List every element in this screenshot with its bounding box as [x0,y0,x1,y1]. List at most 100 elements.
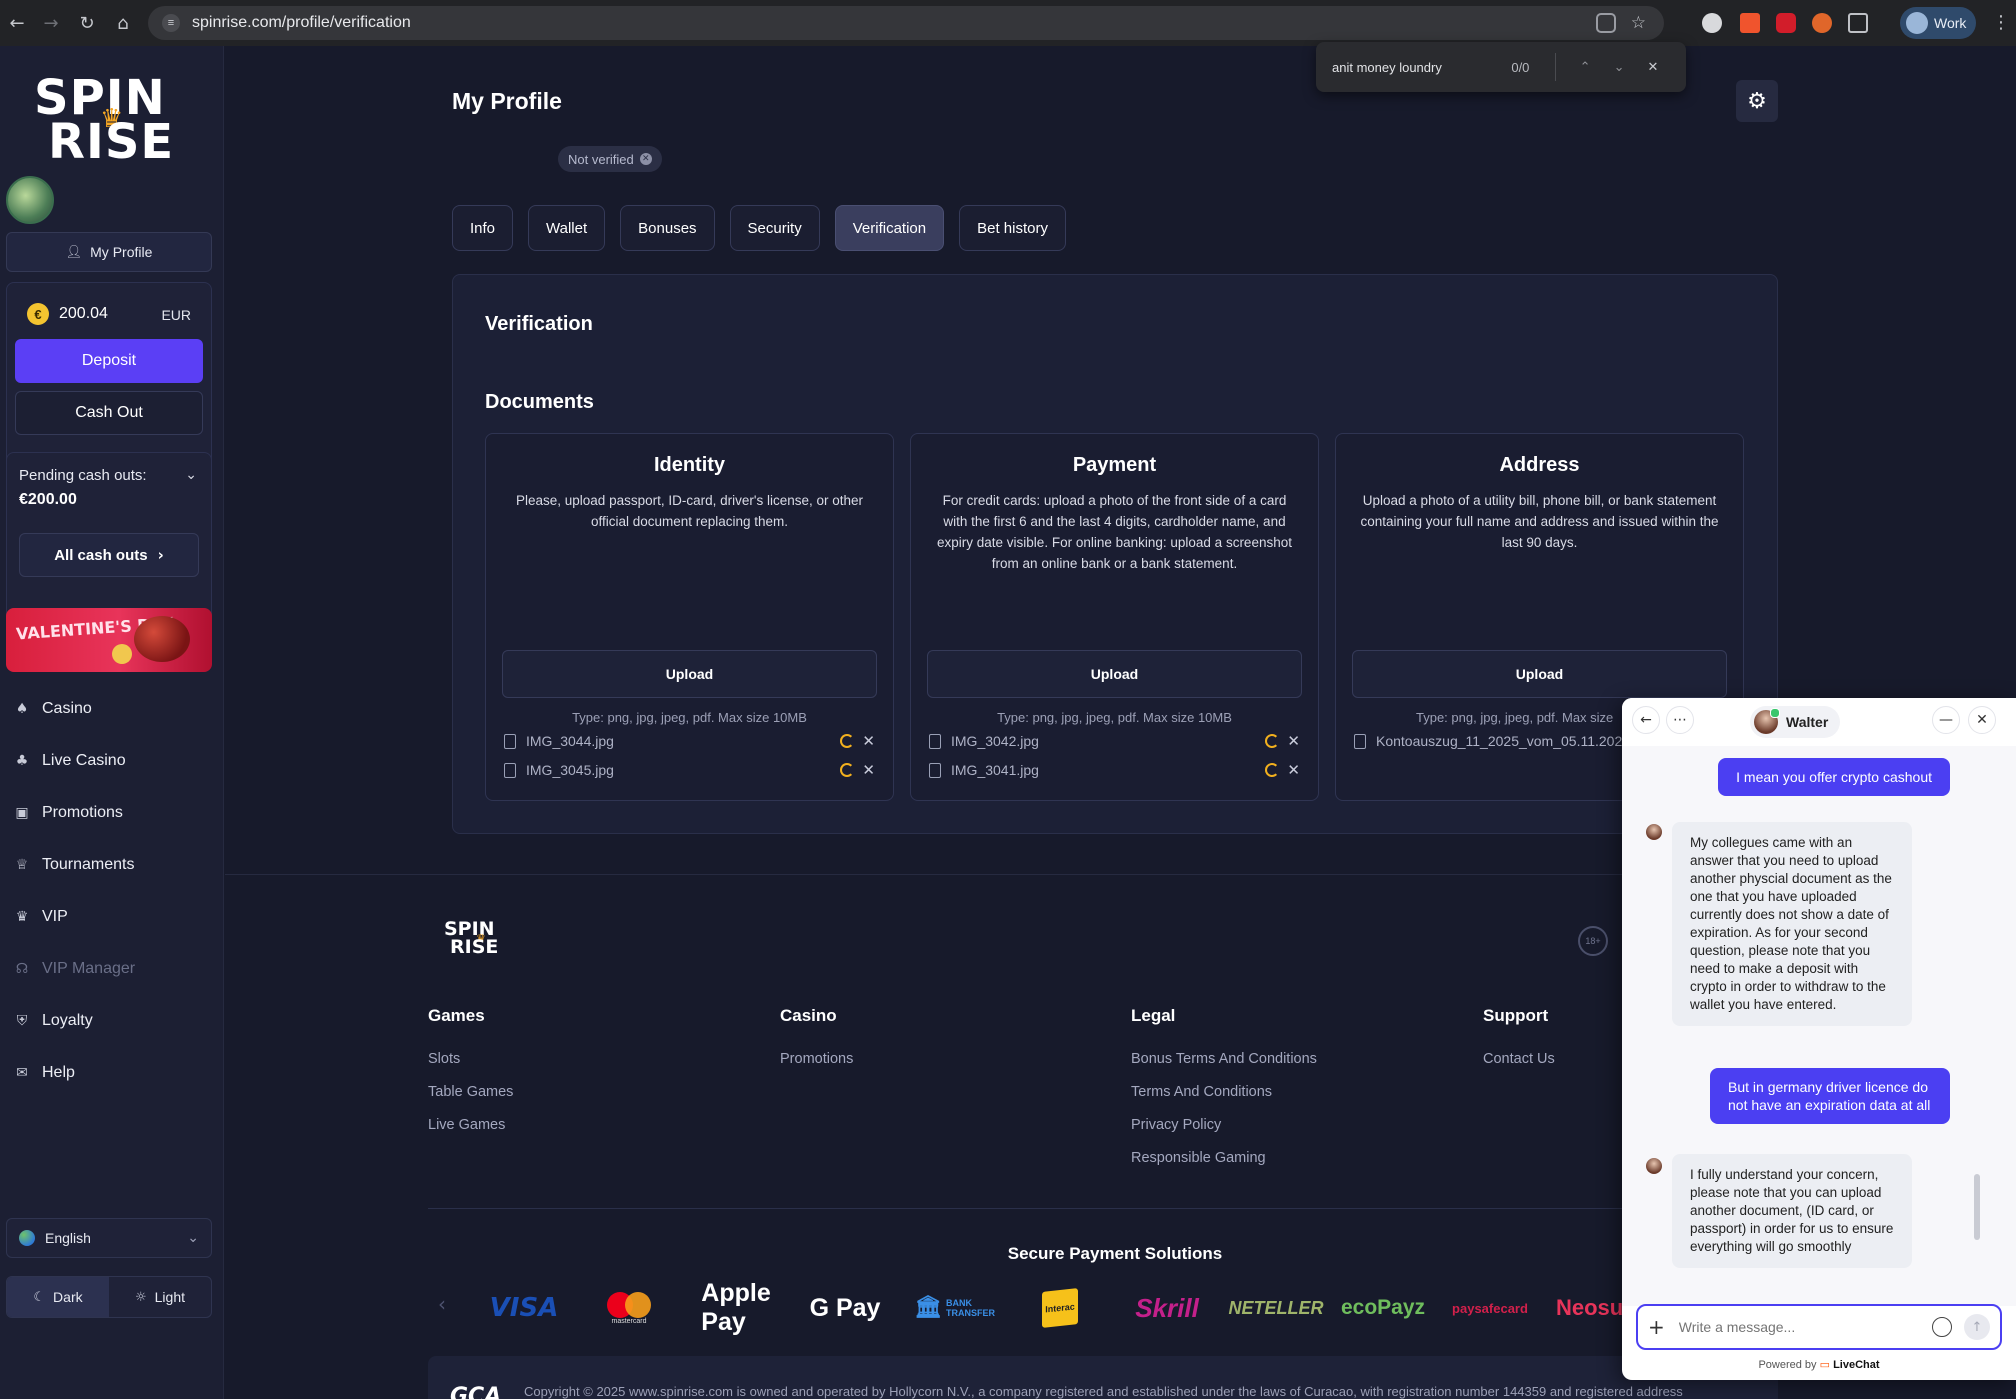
reload-icon[interactable]: ↻ [70,6,104,40]
shield-icon: ⛨ [16,1013,28,1029]
footer-link[interactable]: Live Games [428,1116,513,1149]
extension-icon-4[interactable] [1812,13,1832,33]
find-divider [1555,53,1557,81]
bookmark-star-icon[interactable]: ☆ [1631,13,1646,33]
tab-bet-history[interactable]: Bet history [959,205,1066,251]
user-avatar[interactable] [6,176,54,224]
emoji-icon[interactable] [1932,1317,1952,1337]
home-icon[interactable]: ⌂ [106,6,140,40]
nav-tournaments[interactable]: ♕ Tournaments [14,856,135,874]
nav-vip-manager[interactable]: ☊ VIP Manager [14,960,135,978]
delete-file-icon[interactable]: ✕ [862,761,875,779]
cash-out-button[interactable]: Cash Out [15,391,203,435]
livechat-brand: LiveChat [1833,1359,1880,1371]
address-bar[interactable]: ≡ spinrise.com/profile/verification ☆ [148,6,1664,40]
agent-message: My collegues came with an answer that yo… [1672,822,1912,1026]
all-cash-outs-label: All cash outs [54,546,148,564]
footer-link[interactable]: Slots [428,1050,513,1083]
balance-currency: EUR [161,307,191,323]
tab-wallet[interactable]: Wallet [528,205,606,251]
footer-link[interactable]: Promotions [780,1050,853,1083]
moon-icon: ☾ [33,1289,46,1305]
footer-link[interactable]: Bonus Terms And Conditions [1131,1050,1317,1083]
page-title: My Profile [452,88,562,114]
browser-profile-chip[interactable]: Work [1900,7,1976,39]
extensions-puzzle-icon[interactable] [1848,13,1868,33]
footer-link[interactable]: Contact Us [1483,1050,1555,1083]
chat-message-input[interactable] [1678,1319,1932,1335]
gear-icon[interactable]: ⚙ [1736,80,1778,122]
extension-icon-1[interactable] [1702,13,1722,33]
extension-icon-2[interactable] [1740,13,1760,33]
footer-link[interactable]: Responsible Gaming [1131,1149,1317,1182]
status-badge-label: Not verified [568,151,634,167]
nav-loyalty[interactable]: ⛨ Loyalty [14,1012,93,1030]
attach-plus-icon[interactable]: + [1648,1315,1665,1339]
lens-icon[interactable] [1596,13,1616,33]
theme-light-option[interactable]: ☼ Light [109,1277,211,1317]
verification-title: Verification [485,313,593,335]
delete-file-icon[interactable]: ✕ [862,732,875,750]
coin-decoration-icon [112,644,132,664]
theme-dark-label: Dark [53,1289,83,1305]
find-next-icon[interactable]: ⌄ [1602,60,1636,75]
back-icon[interactable]: ← [0,6,34,40]
address-upload-button[interactable]: Upload [1352,650,1727,698]
nav-vip-label: VIP [42,908,68,925]
payments-prev-icon[interactable]: ‹ [438,1292,446,1316]
valentines-promo-banner[interactable]: VALENTINE'S DAY [6,608,212,672]
delete-file-icon[interactable]: ✕ [1287,732,1300,750]
tab-bonuses[interactable]: Bonuses [620,205,715,251]
chevron-down-icon[interactable]: ⌄ [185,467,197,483]
site-settings-icon[interactable]: ≡ [162,14,180,32]
file-name: IMG_3045.jpg [526,762,614,778]
chat-minimize-icon[interactable]: — [1932,706,1960,734]
chat-back-icon[interactable]: ← [1632,706,1660,734]
payment-doc-panel: Payment For credit cards: upload a photo… [910,433,1319,801]
chat-more-icon[interactable]: ⋯ [1666,706,1694,734]
extension-icon-3[interactable] [1776,13,1796,33]
sun-icon: ☼ [134,1289,147,1305]
identity-type-hint: Type: png, jpg, jpeg, pdf. Max size 10MB [572,710,807,725]
all-cash-outs-button[interactable]: All cash outs › [19,533,199,577]
delete-file-icon[interactable]: ✕ [1287,761,1300,779]
file-name: IMG_3044.jpg [526,733,614,749]
deposit-button[interactable]: Deposit [15,339,203,383]
footer-link[interactable]: Terms And Conditions [1131,1083,1317,1116]
address-description: Upload a photo of a utility bill, phone … [1360,493,1719,550]
find-prev-icon[interactable]: ⌃ [1568,60,1602,75]
chat-close-icon[interactable]: ✕ [1968,706,1996,734]
find-close-icon[interactable]: ✕ [1636,60,1670,75]
nav-casino[interactable]: ♠ Casino [14,700,92,718]
nav-vip[interactable]: ♛ VIP [14,908,68,926]
tab-info[interactable]: Info [452,205,514,251]
heart-box-icon [134,616,190,662]
tab-security[interactable]: Security [729,205,820,251]
chat-scrollbar[interactable] [1974,1174,1980,1240]
tab-verification[interactable]: Verification [834,205,945,251]
interac-logo: Interac [1042,1288,1078,1328]
my-profile-button[interactable]: 👤︎ My Profile [6,232,212,272]
identity-upload-button[interactable]: Upload [502,650,877,698]
nav-help[interactable]: ✉ Help [14,1064,75,1082]
nav-live-casino[interactable]: ♣ Live Casino [14,752,126,770]
footer-col-legal: Legal Bonus Terms And Conditions Terms A… [1131,1006,1317,1182]
find-input[interactable]: anit money loundry [1332,60,1511,75]
browser-toolbar: ← → ↻ ⌂ ≡ spinrise.com/profile/verificat… [0,0,2016,46]
payment-upload-button[interactable]: Upload [927,650,1302,698]
spinrise-logo[interactable]: SPIN ♛ RISE [30,74,190,174]
pending-spinner-icon [840,734,855,748]
browser-menu-icon[interactable]: ⋮ [1992,12,2010,33]
paysafecard-logo: paysafecard [1452,1300,1528,1316]
footer-col-support: Support Contact Us [1483,1006,1555,1083]
footer-logo[interactable]: SPIN ♛ RISE [444,920,504,960]
footer-link[interactable]: Privacy Policy [1131,1116,1317,1149]
find-bar: anit money loundry 0/0 ⌃ ⌄ ✕ [1316,42,1686,92]
payment-title: Payment [1072,454,1157,476]
powered-by-label: Powered by [1758,1359,1817,1371]
theme-dark-option[interactable]: ☾ Dark [7,1277,109,1317]
nav-promotions[interactable]: ▣ Promotions [14,804,123,822]
forward-icon[interactable]: → [34,6,68,40]
footer-link[interactable]: Table Games [428,1083,513,1116]
send-icon[interactable]: ↑ [1964,1314,1990,1340]
